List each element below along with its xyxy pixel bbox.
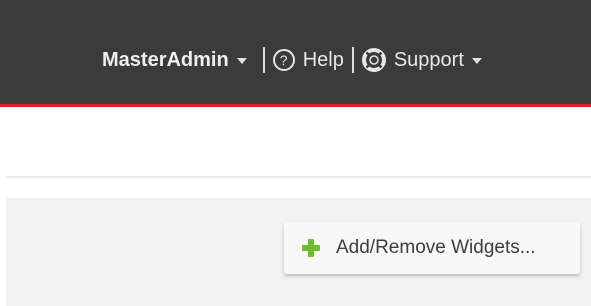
support-menu-chevron-down-icon[interactable] [471, 58, 482, 64]
plus-icon [302, 239, 320, 257]
section-divider [6, 176, 591, 178]
top-navigation-bar: MasterAdmin ? Help Support [0, 0, 591, 107]
page: MasterAdmin ? Help Support Add/Remove Wi… [0, 0, 591, 306]
help-link[interactable]: Help [303, 49, 344, 72]
add-remove-widgets-label: Add/Remove Widgets... [336, 237, 536, 258]
question-circle-icon[interactable]: ? [272, 49, 295, 71]
header-nav: MasterAdmin ? Help Support [102, 43, 490, 77]
widget-toolbar-area: Add/Remove Widgets... [6, 198, 591, 306]
user-menu-label[interactable]: MasterAdmin [102, 49, 229, 72]
nav-separator [351, 47, 354, 73]
user-menu-chevron-down-icon[interactable] [236, 58, 247, 64]
support-menu-label[interactable]: Support [394, 49, 464, 72]
lifebuoy-icon[interactable] [361, 48, 386, 72]
add-remove-widgets-button[interactable]: Add/Remove Widgets... [284, 222, 580, 274]
nav-separator [262, 47, 265, 73]
